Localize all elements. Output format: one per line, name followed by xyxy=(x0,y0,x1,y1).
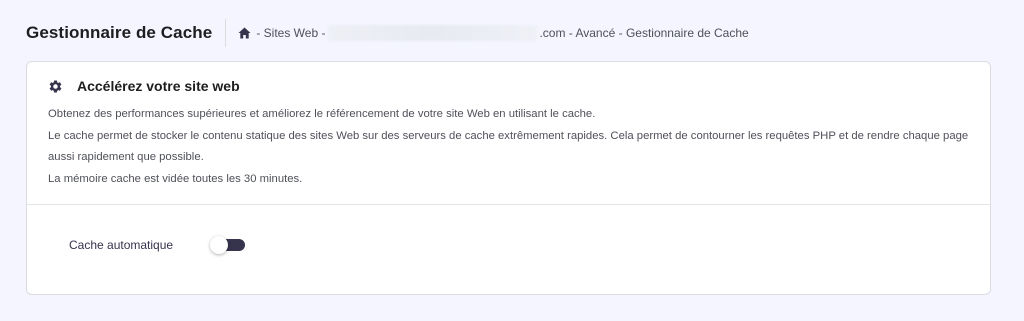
card-divider xyxy=(27,204,990,205)
breadcrumb-sites-web[interactable]: - Sites Web - xyxy=(256,26,325,40)
description-line: Obtenez des performances supérieures et … xyxy=(48,108,596,120)
toggle-knob[interactable] xyxy=(210,236,228,254)
auto-cache-label: Cache automatique xyxy=(69,238,174,252)
header-divider xyxy=(225,19,227,47)
card-title: Accélérez votre site web xyxy=(77,78,240,94)
gear-icon xyxy=(48,79,63,94)
description-line: La mémoire cache est vidée toutes les 30… xyxy=(48,172,303,185)
page-header: Gestionnaire de Cache - Sites Web - .com… xyxy=(26,18,998,48)
auto-cache-toggle[interactable] xyxy=(210,236,245,254)
breadcrumb: - Sites Web - .com - Avancé - Gestionnai… xyxy=(238,25,749,41)
auto-cache-row: Cache automatique xyxy=(69,236,245,254)
breadcrumb-path: .com - Avancé - Gestionnaire de Cache xyxy=(539,26,749,40)
card-header: Accélérez votre site web xyxy=(27,62,990,94)
card-description: Obtenez des performances supérieures et … xyxy=(27,94,990,190)
home-icon[interactable] xyxy=(238,27,251,39)
cache-card: Accélérez votre site web Obtenez des per… xyxy=(26,61,991,295)
redacted-domain xyxy=(328,25,539,41)
page-title: Gestionnaire de Cache xyxy=(26,23,213,42)
description-line: Le cache permet de stocker le contenu st… xyxy=(48,129,969,164)
